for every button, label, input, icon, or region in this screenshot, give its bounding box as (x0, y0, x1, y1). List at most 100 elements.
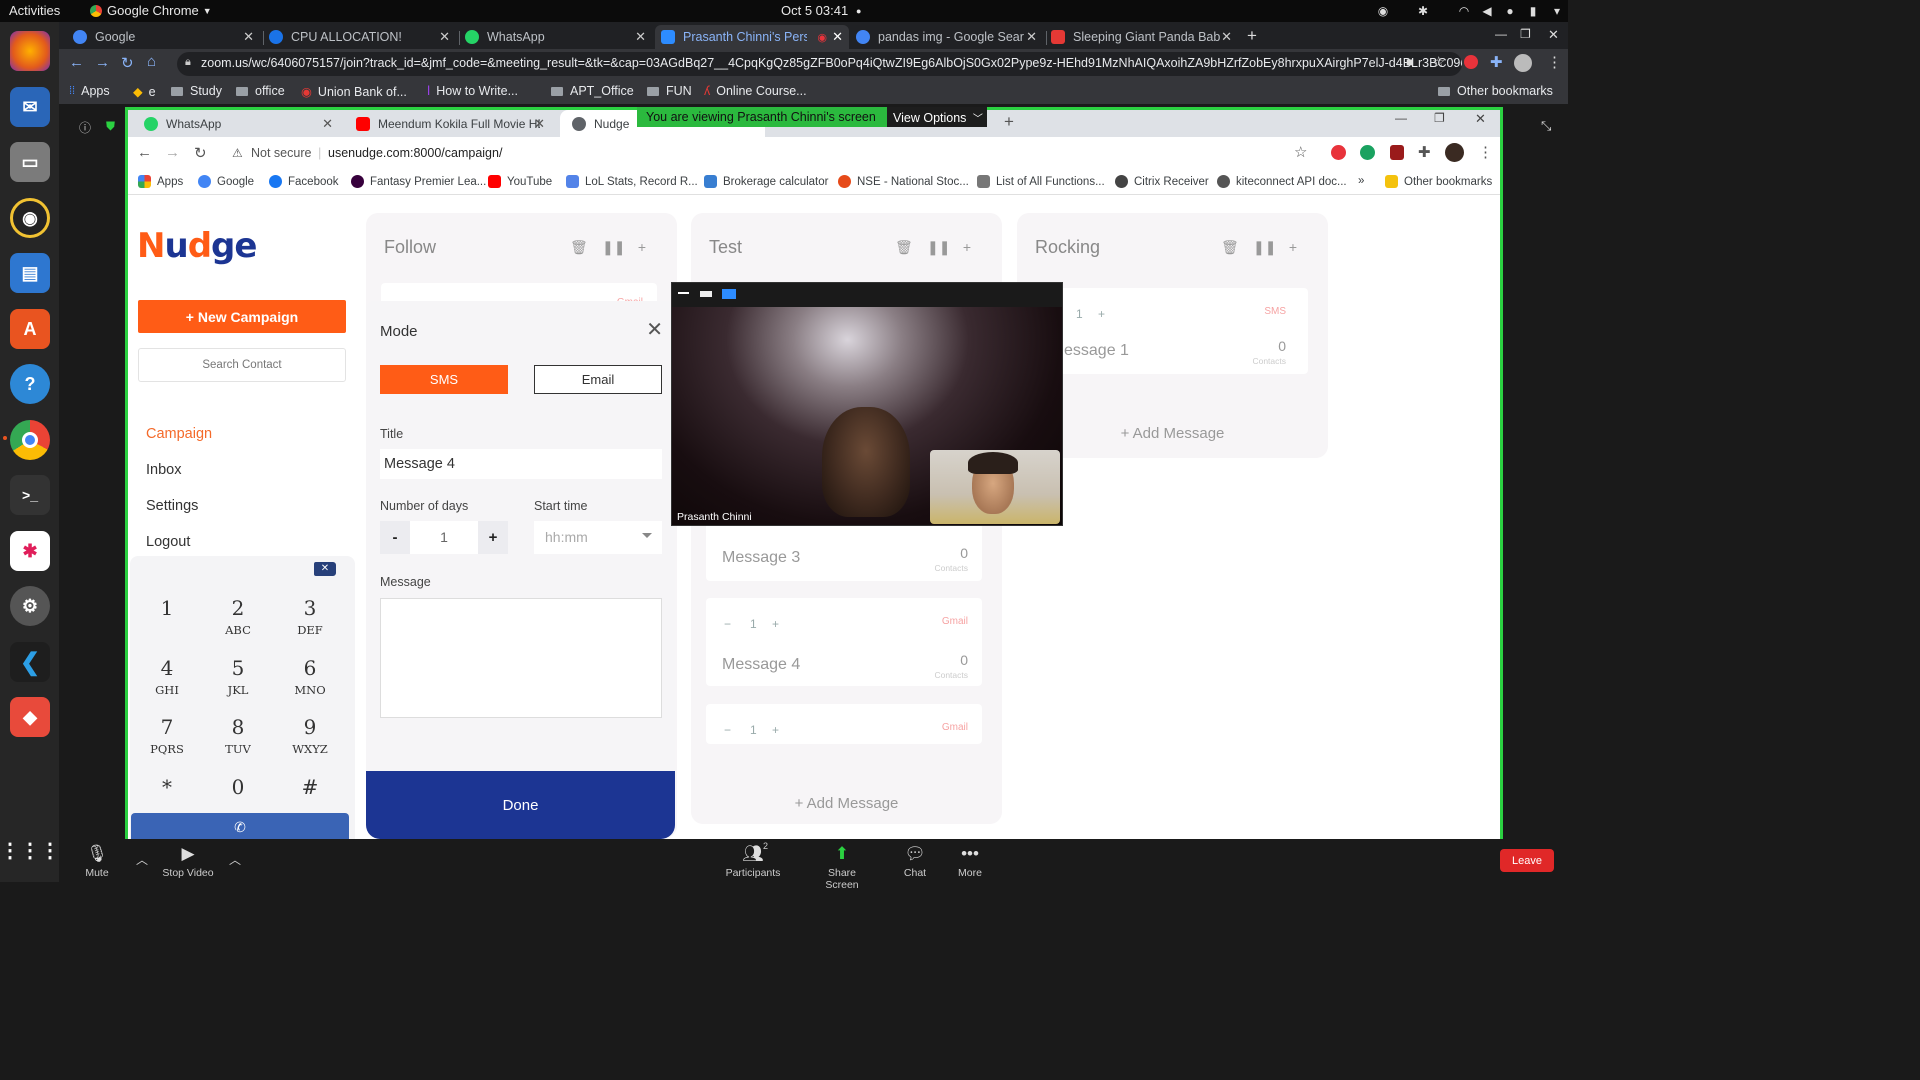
outer-tab[interactable]: pandas img - Google Sear ✕ (856, 25, 1043, 49)
leave-button[interactable]: Leave (1500, 849, 1554, 872)
help-icon[interactable]: ? (10, 364, 50, 404)
anydesk-icon[interactable]: ◆ (10, 697, 50, 737)
files-icon[interactable]: ▭ (10, 142, 50, 182)
participants-button[interactable]: 👥︎ 2 Participants (723, 839, 783, 882)
clock[interactable]: Oct 5 03:41 (781, 3, 848, 18)
self-view[interactable] (930, 450, 1060, 524)
pin-icon: ◆ (133, 85, 143, 99)
share-screen-label: Share Screen (825, 867, 859, 891)
stop-video-button[interactable]: ▶ Stop Video (159, 839, 217, 882)
close-icon[interactable]: ✕ (243, 29, 254, 45)
bookmark-star-icon[interactable]: ☆ (1432, 53, 1445, 71)
bookmark-folder[interactable]: APT_Office (551, 84, 634, 98)
whatsapp-favicon-icon (465, 30, 479, 44)
extensions-puzzle-icon[interactable]: ✚ (1490, 53, 1503, 71)
writer-icon[interactable]: ▤ (10, 253, 50, 293)
chrome-tray-icon[interactable]: ◉ (1376, 4, 1390, 18)
bookmark-label: Union Bank of... (317, 84, 407, 99)
battery-icon[interactable]: ▮ (1526, 4, 1540, 18)
microphone-icon: 🎙︎ (86, 844, 108, 863)
show-applications-icon[interactable]: ⋮⋮⋮ (0, 830, 60, 870)
bookmark-item[interactable]: ʎ Online Course... (704, 84, 807, 98)
bookmark-label: office (255, 84, 285, 98)
mute-button[interactable]: 🎙︎ Mute (77, 839, 117, 882)
folder-icon (171, 86, 183, 96)
close-icon[interactable]: ✕ (439, 29, 450, 45)
volume-icon[interactable]: ◀ (1480, 4, 1494, 18)
hide-video-icon[interactable] (700, 291, 712, 297)
video-feed: Prasanth Chinni (672, 307, 1062, 525)
chevron-up-icon[interactable]: ︿ (136, 851, 148, 868)
apps-grid-icon: ⁞⁞ (69, 85, 76, 97)
app-menu[interactable]: Google Chrome ▼ (90, 3, 212, 18)
site-icon: ǀ (427, 84, 431, 98)
outer-tab[interactable]: CPU ALLOCATION! ✕ (269, 25, 456, 49)
camera-icon[interactable]: ■ (1406, 55, 1413, 69)
microphone-icon[interactable]: ● (1503, 4, 1517, 18)
outer-tab-strip: Google ✕ CPU ALLOCATION! ✕ WhatsApp ✕ Pr… (59, 22, 1568, 49)
bookmark-folder[interactable]: FUN (647, 84, 692, 98)
bookmark-item[interactable]: ◆ e (133, 84, 156, 100)
slack-tray-icon[interactable]: ✱ (1416, 4, 1430, 18)
video-panel[interactable]: Prasanth Chinni (671, 282, 1063, 526)
bookmark-folder[interactable]: Study (171, 84, 222, 98)
share-screen-button[interactable]: ⬆ Share Screen (810, 839, 874, 891)
slack-icon[interactable]: ✱ (10, 531, 50, 571)
software-center-icon[interactable]: A (10, 309, 50, 349)
close-icon[interactable]: ✕ (832, 29, 843, 45)
bookmark-folder[interactable]: office (236, 84, 285, 98)
notification-dot-icon: ● (856, 6, 862, 16)
chevron-up-icon[interactable]: ︿ (229, 851, 241, 868)
bookmark-label: APT_Office (570, 84, 634, 98)
terminal-icon[interactable]: >_ (10, 475, 50, 515)
extension-icon[interactable] (1464, 55, 1478, 69)
dock: ✉ ▭ ◉ ▤ A ? >_ ✱ ⚙ ❮ ◆ ⋮⋮⋮ (0, 22, 60, 882)
activities-button[interactable]: Activities (9, 3, 60, 18)
forward-icon[interactable]: → (95, 54, 110, 71)
outer-tab[interactable]: WhatsApp ✕ (465, 25, 652, 49)
bookmark-item[interactable]: ◉ Union Bank of... (301, 84, 407, 100)
close-icon[interactable]: ✕ (635, 29, 646, 45)
bookmark-item[interactable]: ǀ How to Write... (427, 84, 518, 98)
vscode-icon[interactable]: ❮ (10, 642, 50, 682)
outer-address-bar[interactable]: 🔒︎ zoom.us/wc/6406075157/join?track_id=&… (177, 52, 1462, 76)
bookmark-folder[interactable]: Other bookmarks (1438, 84, 1553, 98)
settings-icon[interactable]: ⚙ (10, 586, 50, 626)
view-options-button[interactable]: View Options ﹀ (887, 107, 987, 127)
site-favicon-icon (269, 30, 283, 44)
more-button[interactable]: ••• More (955, 839, 985, 882)
thunderbird-icon[interactable]: ✉ (10, 87, 50, 127)
minimize-icon[interactable]: — (1495, 27, 1507, 41)
back-icon[interactable]: ← (69, 54, 84, 71)
fullscreen-icon[interactable]: ⤡ (1541, 118, 1551, 134)
chrome-icon[interactable] (10, 420, 50, 460)
wifi-icon[interactable]: ◠ (1457, 4, 1471, 18)
outer-tab-active[interactable]: Prasanth Chinni's Pers ◉ ✕ (655, 25, 849, 49)
reload-icon[interactable]: ↻ (121, 54, 134, 72)
close-icon[interactable]: ✕ (1221, 29, 1232, 45)
close-icon[interactable]: ✕ (1026, 29, 1037, 45)
restore-icon[interactable]: ❐ (1520, 27, 1531, 41)
info-icon[interactable]: ⓘ (79, 119, 91, 136)
new-tab-icon[interactable]: + (1247, 26, 1257, 46)
rhythmbox-icon[interactable]: ◉ (10, 198, 50, 238)
firefox-icon[interactable] (10, 31, 50, 71)
tab-label: CPU ALLOCATION! (291, 30, 402, 44)
bookmark-label: Online Course... (716, 84, 807, 98)
zoom-toolbar: 🎙︎ Mute ︿ ▶ Stop Video ︿ 👥︎ 2 Participants… (59, 839, 1568, 891)
outer-tab[interactable]: Sleeping Giant Panda Bab ✕ (1051, 25, 1238, 49)
close-window-icon[interactable]: ✕ (1548, 27, 1559, 43)
outer-tab[interactable]: Google ✕ (73, 25, 260, 49)
gallery-view-icon[interactable] (722, 289, 736, 299)
zoom-favicon-icon (661, 30, 675, 44)
site-icon: ◉ (301, 85, 312, 99)
folder-icon (551, 86, 563, 96)
video-panel-toolbar (672, 283, 1062, 307)
chat-button[interactable]: 💬︎ Chat (899, 839, 931, 882)
power-menu-icon[interactable]: ▾ (1550, 4, 1564, 18)
minimize-video-icon[interactable] (678, 292, 689, 294)
menu-icon[interactable]: ⋮ (1547, 53, 1562, 71)
bookmark-apps[interactable]: ⁞⁞ Apps (69, 84, 110, 98)
home-icon[interactable]: ⌂ (147, 53, 156, 70)
avatar[interactable] (1514, 54, 1532, 72)
